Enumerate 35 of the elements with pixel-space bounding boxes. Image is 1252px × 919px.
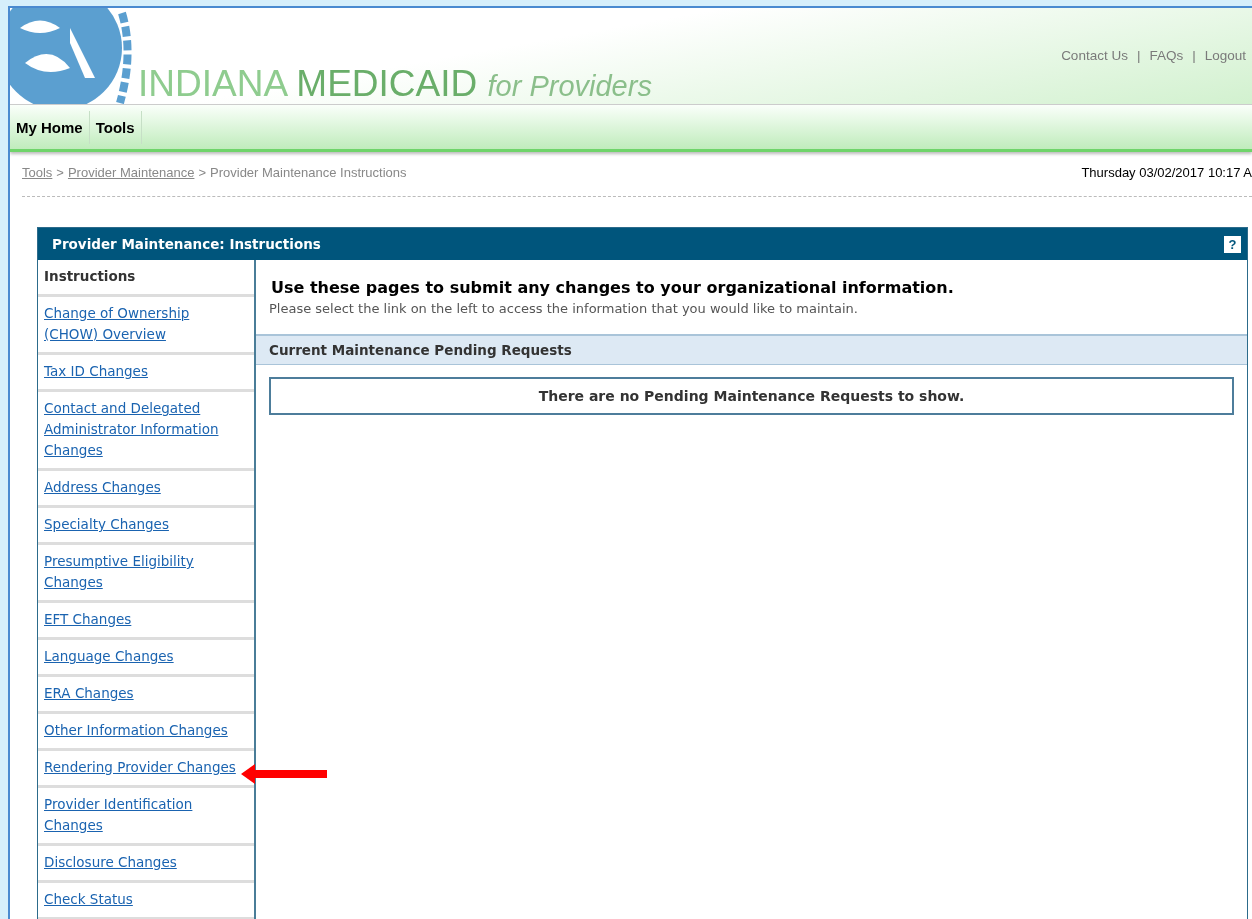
nav-tab[interactable]: Tools [89,110,142,144]
sidebar-link[interactable]: Check Status [44,889,240,910]
panel-title: Provider Maintenance: Instructions [52,236,321,252]
empty-message: There are no Pending Maintenance Requests to show. [269,377,1234,415]
sidebar-link[interactable]: Change of Ownership (CHOW) Overview [44,303,240,345]
sidebar-link[interactable]: ERA Changes [44,683,240,704]
breadcrumb-separator: > [56,164,64,180]
header-link[interactable]: Contact Us [1061,48,1128,63]
sidebar-link[interactable]: Address Changes [44,477,240,498]
instructions-text: Please select the link on the left to access the information that you would like to maintain. [269,301,859,316]
sidebar-link[interactable]: Specialty Changes [44,514,240,535]
header-link[interactable]: FAQs [1149,48,1184,63]
breadcrumb-current: Provider Maintenance Instructions [210,164,407,180]
sidebar-link[interactable]: Other Information Changes [44,720,240,741]
instructions-heading: Use these pages to submit any changes to your organizational information. [271,278,955,297]
date-time: Thursday 03/02/2017 10:17 A [1081,164,1252,180]
header-link[interactable]: Logout [1204,48,1246,63]
section-header: Current Maintenance Pending Requests [256,334,1247,365]
separator: | [1136,48,1141,63]
sidebar-heading: Instructions [44,267,137,286]
nav-tab[interactable]: My Home [10,110,90,144]
sidebar-link[interactable]: Disclosure Changes [44,852,240,873]
separator: | [1192,48,1196,63]
sidebar-link[interactable]: Tax ID Changes [44,361,240,382]
sidebar-link[interactable]: Rendering Provider Changes [44,757,240,778]
sidebar-link[interactable]: EFT Changes [44,609,240,630]
site-title: INDIANA MEDICAID for Providers [138,65,652,104]
sidebar-link[interactable]: Presumptive Eligibility Changes [44,551,240,593]
sidebar-link[interactable]: Contact and Delegated Administrator Information Changes [44,398,240,461]
help-button[interactable]: ? [1224,235,1241,253]
breadcrumb-separator: > [198,164,206,180]
sidebar-link[interactable]: Language Changes [44,646,240,667]
breadcrumb-link[interactable]: Tools [22,164,53,180]
sidebar-link[interactable]: Provider Identification Changes [44,794,240,836]
breadcrumb-link[interactable]: Provider Maintenance [67,164,195,180]
